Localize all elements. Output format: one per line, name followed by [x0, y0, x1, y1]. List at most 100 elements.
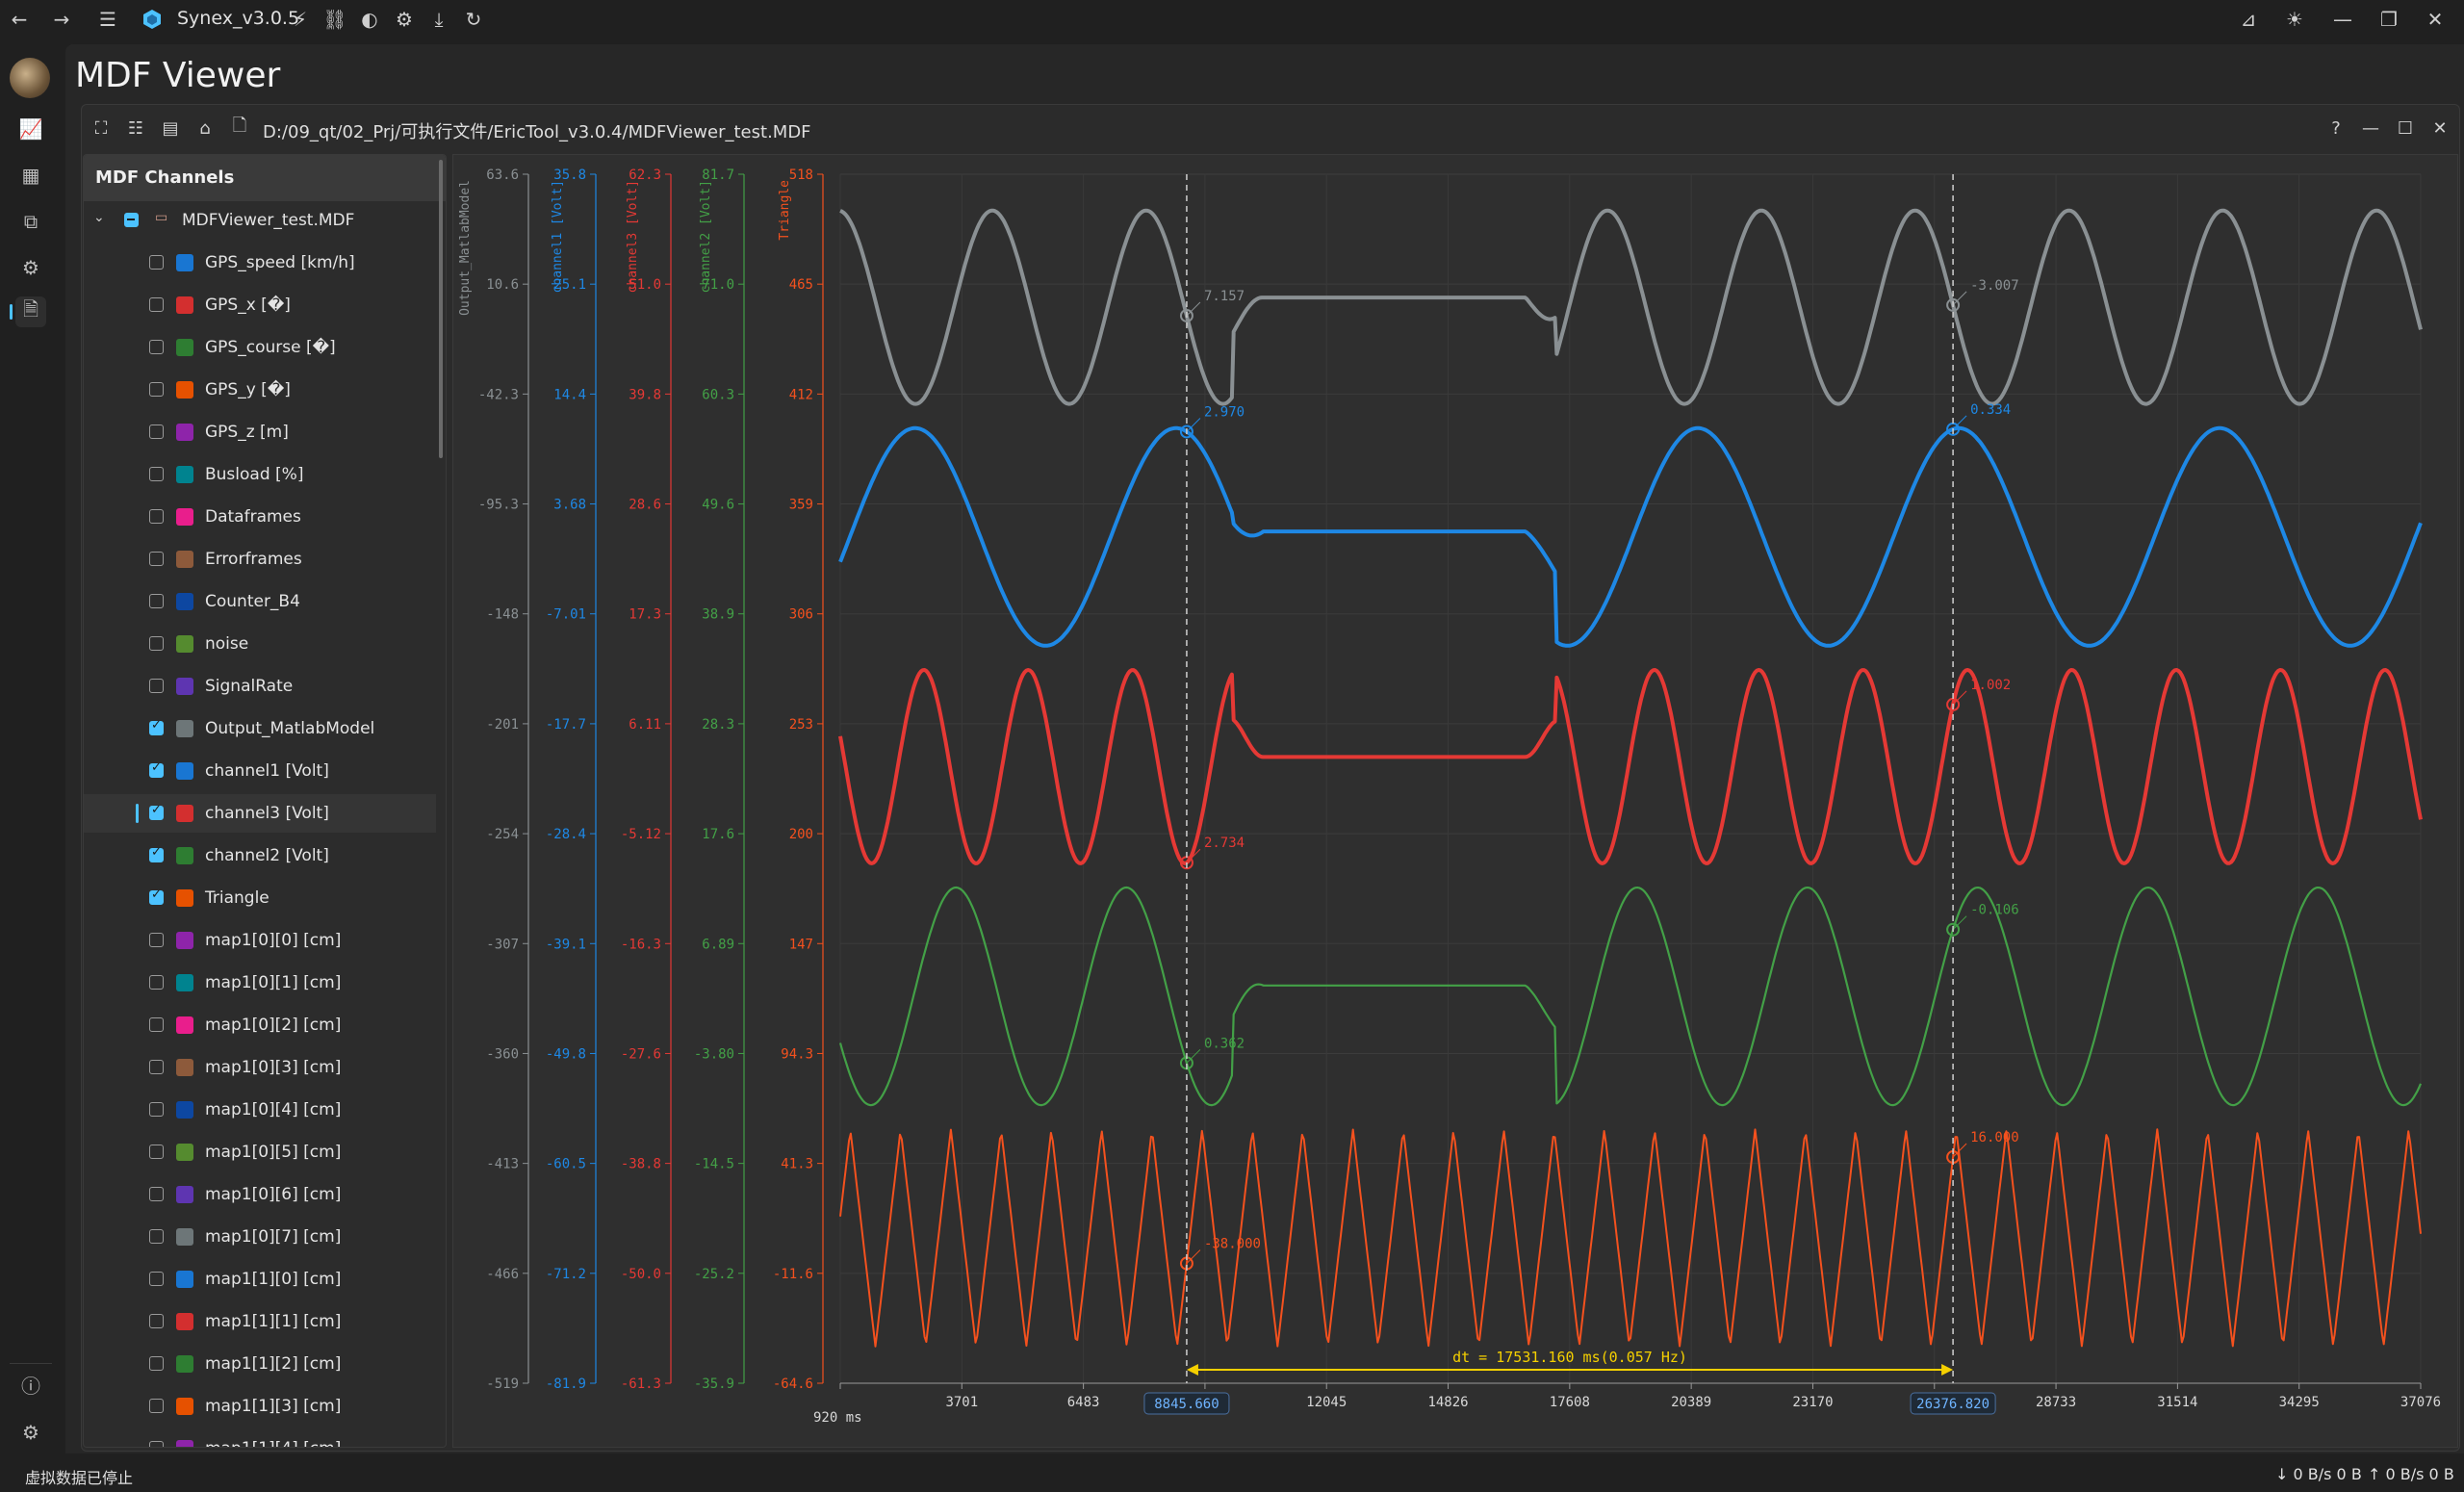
channel-item[interactable]: channel3 [Volt]: [84, 794, 436, 833]
panel-minimize-icon[interactable]: —: [2359, 116, 2382, 140]
back-icon[interactable]: ←: [4, 4, 35, 35]
channel-item[interactable]: GPS_y [�]: [84, 371, 436, 409]
channel-item[interactable]: map1[0][2] [cm]: [84, 1006, 436, 1044]
user-settings-icon[interactable]: ⚙: [389, 4, 420, 35]
channel-checkbox[interactable]: [149, 1229, 164, 1244]
channel-item[interactable]: channel2 [Volt]: [84, 836, 436, 875]
minimize-icon[interactable]: —: [2327, 4, 2358, 35]
network-icon[interactable]: ⧉: [15, 206, 46, 237]
channel-checkbox[interactable]: [149, 552, 164, 566]
channel-color-swatch[interactable]: [176, 593, 193, 610]
panel-maximize-icon[interactable]: ☐: [2394, 116, 2417, 140]
help-icon[interactable]: ?: [2324, 116, 2348, 140]
chart-icon[interactable]: 📈: [15, 114, 46, 144]
channel-checkbox[interactable]: [149, 509, 164, 524]
channel-item[interactable]: SignalRate: [84, 667, 436, 706]
channel-item[interactable]: map1[0][1] [cm]: [84, 964, 436, 1002]
channel-item[interactable]: Errorframes: [84, 540, 436, 579]
channel-checkbox[interactable]: [149, 1102, 164, 1117]
channel-checkbox[interactable]: [149, 1060, 164, 1074]
channel-checkbox[interactable]: [149, 933, 164, 947]
channel-item[interactable]: map1[0][3] [cm]: [84, 1048, 436, 1087]
channel-item[interactable]: GPS_z [m]: [84, 413, 436, 451]
channel-item[interactable]: map1[0][0] [cm]: [84, 921, 436, 960]
channel-color-swatch[interactable]: [176, 1016, 193, 1034]
channel-checkbox[interactable]: [149, 1145, 164, 1159]
home-icon[interactable]: ⌂: [193, 116, 217, 140]
refresh-icon[interactable]: ↻: [458, 4, 489, 35]
channel-checkbox[interactable]: [149, 679, 164, 693]
channel-checkbox[interactable]: [149, 1441, 164, 1447]
settings-icon[interactable]: ⚙: [15, 1417, 46, 1448]
channel-item[interactable]: map1[1][1] [cm]: [84, 1302, 436, 1341]
layout-icon[interactable]: ▤: [159, 116, 182, 140]
channel-color-swatch[interactable]: [176, 1059, 193, 1076]
list-icon[interactable]: ☷: [124, 116, 147, 140]
channel-color-swatch[interactable]: [176, 805, 193, 822]
channel-item[interactable]: map1[1][3] [cm]: [84, 1387, 436, 1426]
theme-icon[interactable]: ◐: [354, 4, 385, 35]
channel-color-swatch[interactable]: [176, 932, 193, 949]
channel-checkbox[interactable]: [149, 594, 164, 608]
file-open-icon[interactable]: 🗋: [228, 116, 251, 140]
channel-item[interactable]: GPS_course [�]: [84, 328, 436, 367]
gear-icon[interactable]: ⚙: [15, 252, 46, 283]
channel-checkbox[interactable]: [149, 340, 164, 354]
channel-color-swatch[interactable]: [176, 1186, 193, 1203]
brightness-icon[interactable]: ☀: [2279, 4, 2310, 35]
info-icon[interactable]: ⓘ: [15, 1369, 46, 1400]
channel-color-swatch[interactable]: [176, 974, 193, 991]
channel-item[interactable]: Triangle: [84, 879, 436, 917]
channel-color-swatch[interactable]: [176, 847, 193, 864]
plot-area[interactable]: 63.6 10.6 -42.3 -95.3 -148 -201 -254 -307 -360 -4…: [452, 154, 2458, 1448]
channel-checkbox[interactable]: [149, 1399, 164, 1413]
channel-checkbox[interactable]: [149, 424, 164, 439]
channel-item[interactable]: map1[1][2] [cm]: [84, 1345, 436, 1383]
channel-color-swatch[interactable]: [176, 762, 193, 780]
channel-item[interactable]: GPS_speed [km/h]: [84, 244, 436, 282]
channel-checkbox[interactable]: [149, 297, 164, 312]
channel-checkbox[interactable]: [149, 1314, 164, 1328]
channel-checkbox[interactable]: [149, 1017, 164, 1032]
channel-item[interactable]: map1[0][7] [cm]: [84, 1218, 436, 1256]
avatar[interactable]: [10, 58, 50, 98]
channel-item[interactable]: map1[1][0] [cm]: [84, 1260, 436, 1299]
channel-color-swatch[interactable]: [176, 1101, 193, 1119]
channel-color-swatch[interactable]: [176, 466, 193, 483]
channel-checkbox[interactable]: [149, 760, 164, 778]
channel-color-swatch[interactable]: [176, 720, 193, 737]
channel-item[interactable]: map1[1][4] [cm]: [84, 1429, 436, 1447]
restore-icon[interactable]: ❐: [2374, 4, 2404, 35]
fullscreen-icon[interactable]: ⛶: [90, 116, 113, 140]
channel-item[interactable]: map1[0][4] [cm]: [84, 1091, 436, 1129]
channel-item[interactable]: noise: [84, 625, 436, 663]
chip-icon[interactable]: ▦: [15, 160, 46, 191]
channel-color-swatch[interactable]: [176, 1313, 193, 1330]
channel-item[interactable]: Counter_B4: [84, 582, 436, 621]
channel-checkbox[interactable]: [149, 255, 164, 270]
channel-color-swatch[interactable]: [176, 424, 193, 441]
chevron-down-icon[interactable]: ⌄: [93, 210, 105, 225]
connect-icon[interactable]: ⚡: [285, 4, 316, 35]
link-off-icon[interactable]: ⛓: [320, 4, 350, 35]
channel-checkbox[interactable]: [149, 887, 164, 905]
channel-checkbox[interactable]: [149, 845, 164, 862]
channel-color-swatch[interactable]: [176, 1271, 193, 1288]
channel-color-swatch[interactable]: [176, 889, 193, 907]
channel-checkbox[interactable]: [149, 803, 164, 820]
channel-color-swatch[interactable]: [176, 551, 193, 568]
channel-color-swatch[interactable]: [176, 339, 193, 356]
channel-checkbox[interactable]: [149, 382, 164, 397]
channel-color-swatch[interactable]: [176, 381, 193, 399]
channel-color-swatch[interactable]: [176, 1398, 193, 1415]
file-checkbox[interactable]: [124, 213, 139, 227]
tree-file-row[interactable]: ⌄ ▭ MDFViewer_test.MDF: [84, 201, 436, 240]
channel-color-swatch[interactable]: [176, 254, 193, 271]
channel-checkbox[interactable]: [149, 1187, 164, 1201]
channel-checkbox[interactable]: [149, 1356, 164, 1371]
channel-item[interactable]: channel1 [Volt]: [84, 752, 436, 790]
channel-color-swatch[interactable]: [176, 1228, 193, 1246]
forward-icon[interactable]: →: [46, 4, 77, 35]
channel-item[interactable]: GPS_x [�]: [84, 286, 436, 324]
channel-checkbox[interactable]: [149, 1272, 164, 1286]
